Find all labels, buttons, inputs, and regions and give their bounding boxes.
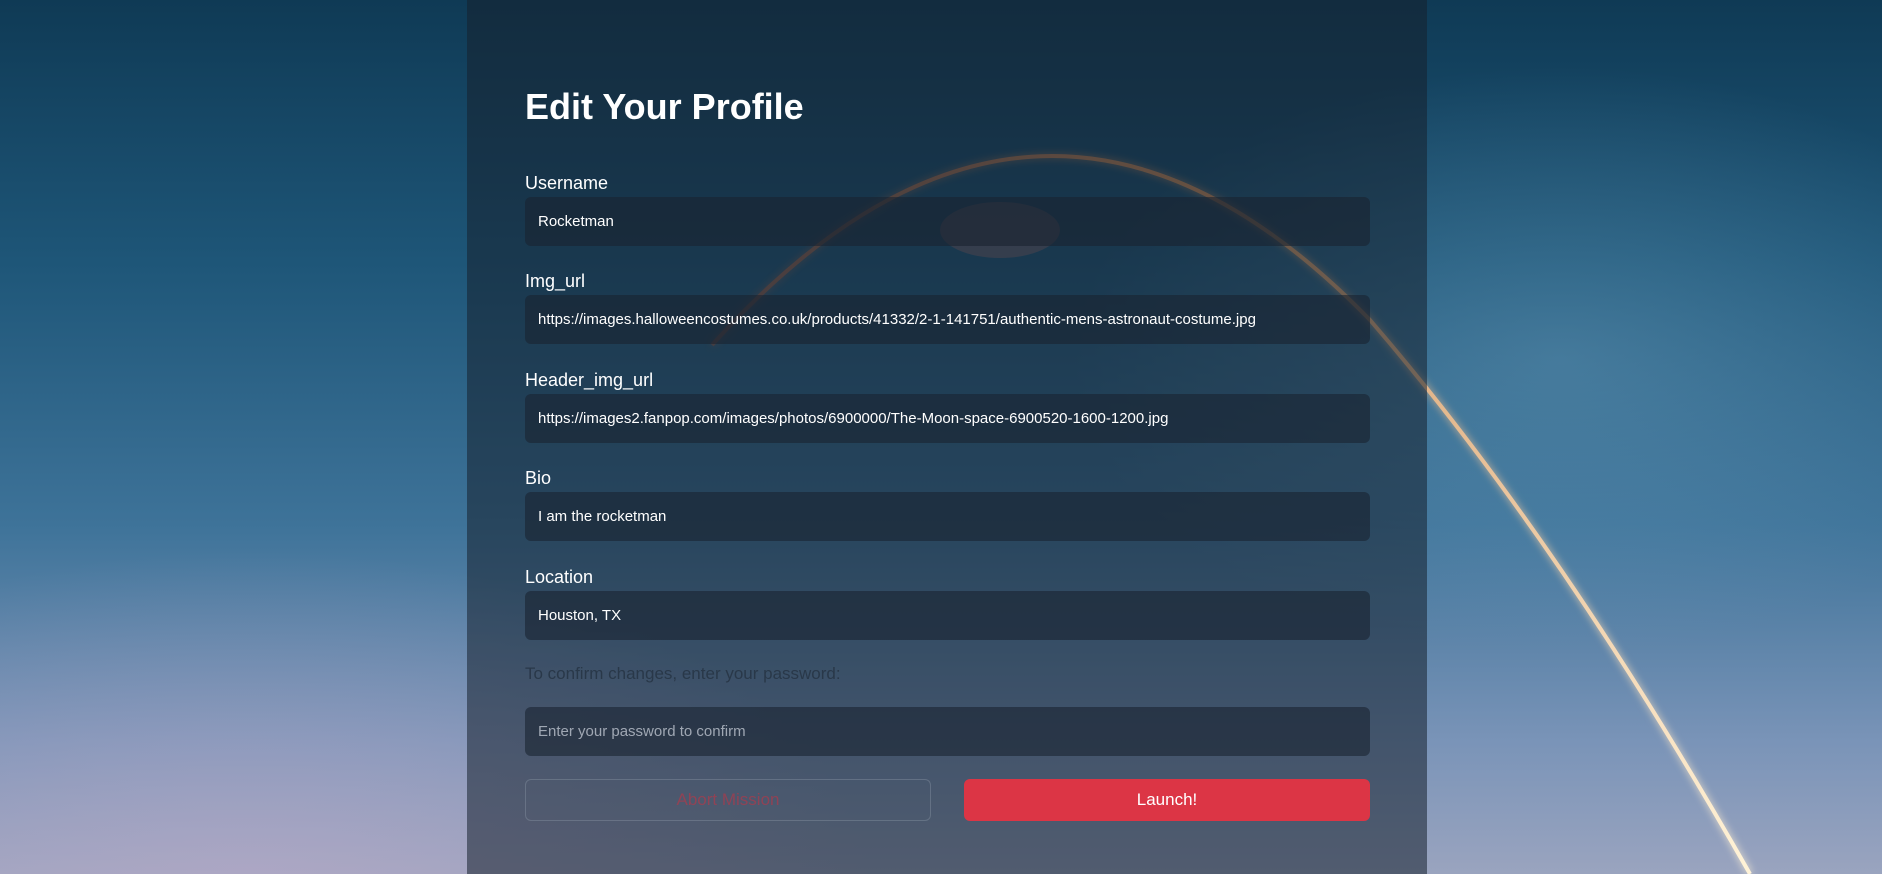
page-title: Edit Your Profile — [525, 86, 804, 127]
header-img-url-input[interactable] — [525, 394, 1370, 443]
edit-profile-panel: Edit Your Profile Username Img_url Heade… — [467, 0, 1427, 874]
img-url-input[interactable] — [525, 295, 1370, 344]
password-input[interactable] — [525, 707, 1370, 756]
bio-input[interactable] — [525, 492, 1370, 541]
img-url-label: Img_url — [525, 271, 586, 291]
username-input[interactable] — [525, 197, 1370, 246]
location-input[interactable] — [525, 591, 1370, 640]
location-label: Location — [525, 567, 594, 587]
username-label: Username — [525, 173, 609, 193]
bio-label: Bio — [525, 468, 552, 488]
header-img-url-label: Header_img_url — [525, 370, 654, 390]
launch-button[interactable]: Launch! — [964, 779, 1370, 821]
password-confirm-prompt: To confirm changes, enter your password: — [525, 664, 841, 683]
abort-mission-button[interactable]: Abort Mission — [525, 779, 931, 821]
